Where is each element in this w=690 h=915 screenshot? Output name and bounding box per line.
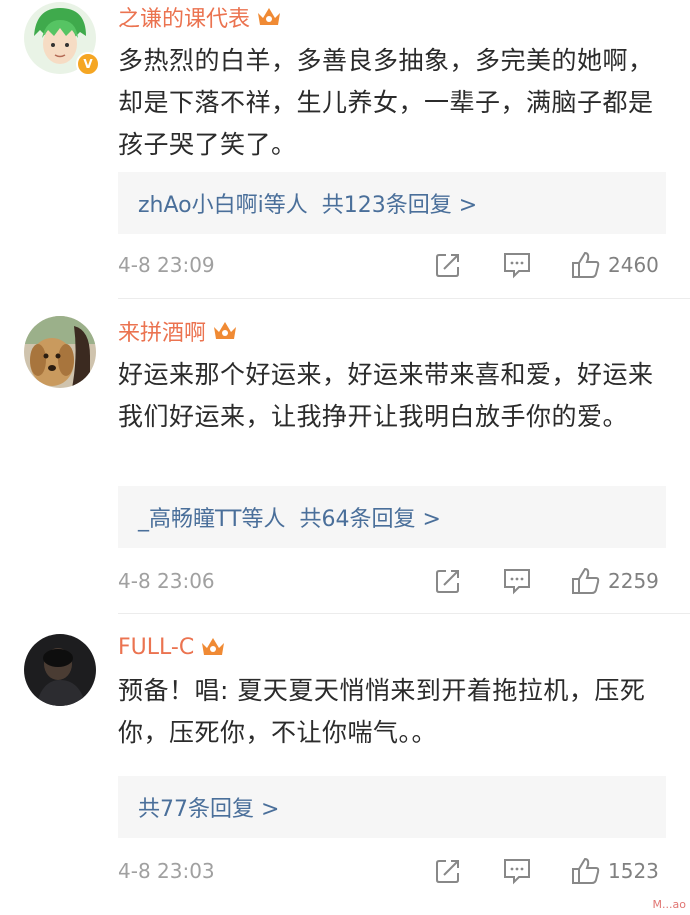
like-button[interactable]: 1523 <box>570 856 659 886</box>
reply-summary-link[interactable]: _高畅瞳TT等人 共64条回复 > <box>118 486 666 548</box>
comment-item: V 之谦的课代表 多热烈的白羊，多善良多抽象，多完美的她啊，却是下落不祥，生儿养… <box>0 0 690 300</box>
comment-item: 来拼酒啊 好运来那个好运来，好运来带来喜和爱，好运来我们好运来，让我挣开让我明白… <box>0 314 690 614</box>
comment-button[interactable] <box>502 566 532 596</box>
avatar[interactable] <box>24 316 96 388</box>
dark-photo-avatar-icon <box>24 634 96 706</box>
thumbs-up-icon <box>572 251 600 278</box>
timestamp: 4-8 23:09 <box>118 253 215 277</box>
comment-actions: 4-8 23:03 1523 <box>118 856 670 886</box>
like-button[interactable]: 2259 <box>570 566 659 596</box>
comment-text: 预备！唱: 夏天夏天悄悄来到开着拖拉机，压死你，压死你，不让你喘气。。 <box>118 676 646 747</box>
verified-badge-icon: V <box>76 52 100 76</box>
reply-count: 共64条回复 > <box>299 507 441 532</box>
username[interactable]: 之谦的课代表 <box>118 1 250 33</box>
username[interactable]: 来拼酒啊 <box>118 315 206 347</box>
reply-summary-link[interactable]: zhAo小白啊i等人 共123条回复 > <box>118 172 666 234</box>
share-icon <box>436 570 459 593</box>
like-button[interactable]: 2460 <box>570 250 659 280</box>
thumbs-up-icon <box>572 567 600 594</box>
comment-actions: 4-8 23:09 2460 <box>118 250 670 280</box>
username[interactable]: FULL-C <box>118 635 194 660</box>
reply-users: _高畅瞳TT等人 <box>138 507 286 532</box>
username-row: 之谦的课代表 <box>118 2 282 32</box>
share-icon <box>436 254 459 277</box>
like-count: 2259 <box>608 569 659 593</box>
comment-text: 好运来那个好运来，好运来带来喜和爱，好运来我们好运来，让我挣开让我明白放手你的爱… <box>118 360 654 431</box>
comment-item: FULL-C 预备！唱: 夏天夏天悄悄来到开着拖拉机，压死你，压死你，不让你喘气… <box>0 632 690 915</box>
timestamp: 4-8 23:03 <box>118 859 215 883</box>
comment-icon <box>504 253 530 279</box>
watermark: M...ao <box>652 898 686 911</box>
like-count: 1523 <box>608 859 659 883</box>
share-button[interactable] <box>434 566 462 596</box>
timestamp: 4-8 23:06 <box>118 569 215 593</box>
dog-photo-avatar-icon <box>24 316 96 388</box>
share-icon <box>436 860 459 883</box>
crown-icon <box>214 322 237 339</box>
thumbs-up-icon <box>572 857 600 884</box>
crown-icon <box>258 8 281 25</box>
comment-icon <box>504 569 530 595</box>
reply-users: zhAo小白啊i等人 <box>138 193 308 218</box>
divider <box>118 613 690 614</box>
crown-icon <box>202 638 225 655</box>
share-button[interactable] <box>434 856 462 886</box>
comment-text: 多热烈的白羊，多善良多抽象，多完美的她啊，却是下落不祥，生儿养女，一辈子，满脑子… <box>118 46 654 159</box>
comment-actions: 4-8 23:06 2259 <box>118 566 670 596</box>
reply-summary-link[interactable]: 共77条回复 > <box>118 776 666 838</box>
username-row: FULL-C <box>118 632 226 662</box>
username-row: 来拼酒啊 <box>118 316 238 346</box>
divider <box>118 298 690 299</box>
reply-count: 共123条回复 > <box>321 193 478 218</box>
share-button[interactable] <box>434 250 462 280</box>
comment-icon <box>504 859 530 885</box>
comment-button[interactable] <box>502 856 532 886</box>
avatar[interactable] <box>24 634 96 706</box>
like-count: 2460 <box>608 253 659 277</box>
comment-button[interactable] <box>502 250 532 280</box>
reply-count: 共77条回复 > <box>138 797 280 822</box>
